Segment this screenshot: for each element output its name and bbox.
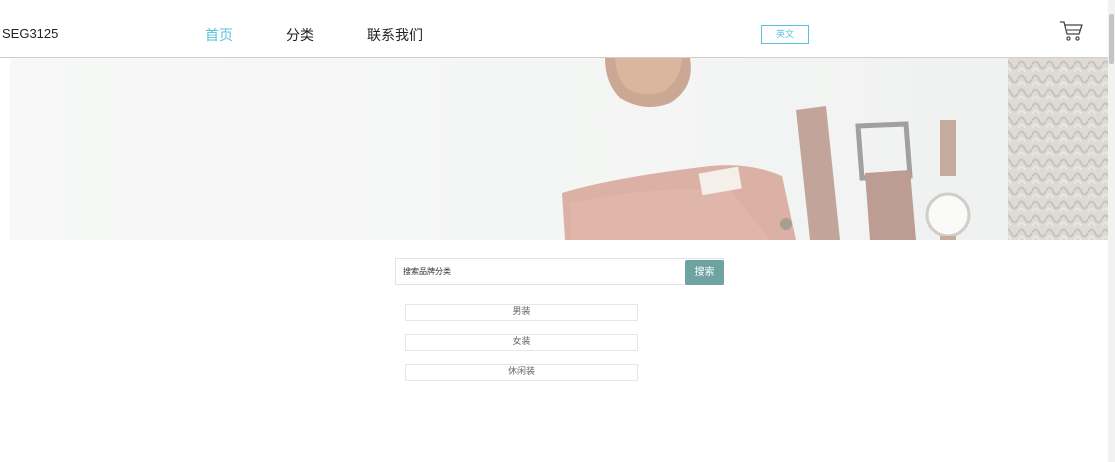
category-womens[interactable]: 女装 [405,334,638,351]
search-input[interactable] [396,259,691,284]
nav-categories[interactable]: 分类 [286,25,314,45]
search-bar [395,258,724,285]
brand-logo[interactable]: SEG3125 [2,26,58,41]
shopping-cart-icon[interactable] [1058,19,1084,43]
scrollbar-thumb[interactable] [1109,14,1114,64]
search-button[interactable]: 搜索 [685,260,724,285]
language-toggle-button[interactable]: 英文 [761,25,809,44]
top-navbar: SEG3125 首页 分类 联系我们 英文 [0,0,1108,58]
category-mens[interactable]: 男装 [405,304,638,321]
hero-image [10,58,1108,240]
nav-home[interactable]: 首页 [205,25,233,45]
nav-contact[interactable]: 联系我们 [367,25,423,45]
page-scrollbar[interactable] [1108,0,1115,462]
hero-banner [10,58,1108,240]
category-casual[interactable]: 休闲装 [405,364,638,381]
